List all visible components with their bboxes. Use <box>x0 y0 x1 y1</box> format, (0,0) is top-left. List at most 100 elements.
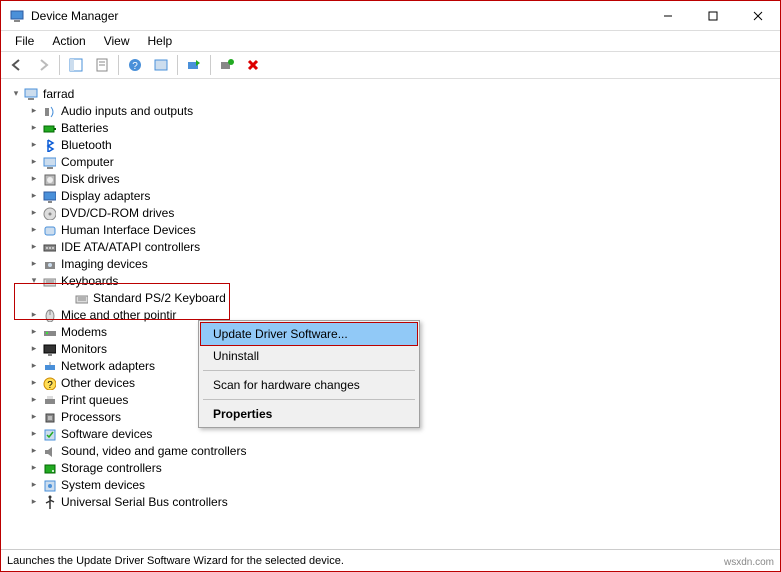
other-icon: ? <box>41 375 57 391</box>
chevron-right-icon[interactable]: ▸ <box>27 377 41 388</box>
properties-button[interactable] <box>90 53 114 77</box>
uninstall-button[interactable] <box>241 53 265 77</box>
tree-category[interactable]: ▸System devices <box>7 476 780 493</box>
tree-category[interactable]: ▸Audio inputs and outputs <box>7 102 780 119</box>
svg-text:?: ? <box>132 61 138 72</box>
tree-category-label: Modems <box>61 325 107 339</box>
maximize-button[interactable] <box>690 1 735 30</box>
printer-icon <box>41 392 57 408</box>
tree-root[interactable]: ▾ farrad <box>7 85 780 102</box>
tree-category-label: Disk drives <box>61 172 120 186</box>
cdrom-icon <box>41 205 57 221</box>
tree-category[interactable]: ▸ Bluetooth <box>7 136 780 153</box>
device-tree[interactable]: ▾ farrad ▸Audio inputs and outputs▸Batte… <box>1 79 780 549</box>
tree-category-label: Mice and other pointir <box>61 308 176 322</box>
chevron-right-icon[interactable]: ▸ <box>27 224 41 235</box>
ctx-uninstall[interactable]: Uninstall <box>201 345 417 367</box>
chevron-right-icon[interactable]: ▸ <box>27 479 41 490</box>
window-controls <box>645 1 780 30</box>
tree-category-label: Bluetooth <box>61 138 112 152</box>
update-driver-button[interactable] <box>182 53 206 77</box>
tree-category[interactable]: ▾ Keyboards <box>7 272 780 289</box>
chevron-right-icon[interactable]: ▸ <box>27 190 41 201</box>
chevron-right-icon[interactable]: ▸ <box>27 258 41 269</box>
minimize-button[interactable] <box>645 1 690 30</box>
chevron-right-icon[interactable]: ▸ <box>27 309 41 320</box>
scan-hardware-button[interactable] <box>215 53 239 77</box>
chevron-right-icon[interactable]: ▸ <box>27 122 41 133</box>
tree-category[interactable]: ▸ IDE ATA/ATAPI controllers <box>7 238 780 255</box>
chevron-right-icon[interactable]: ▸ <box>27 207 41 218</box>
help-button[interactable]: ? <box>123 53 147 77</box>
menu-file[interactable]: File <box>7 32 42 50</box>
chevron-right-icon[interactable]: ▸ <box>27 360 41 371</box>
chevron-right-icon[interactable]: ▸ <box>27 445 41 456</box>
svg-text:?: ? <box>47 380 53 390</box>
app-icon <box>9 8 25 24</box>
window-title: Device Manager <box>31 9 645 23</box>
tree-category[interactable]: ▸ Computer <box>7 153 780 170</box>
back-button[interactable] <box>5 53 29 77</box>
software-icon <box>41 426 57 442</box>
titlebar: Device Manager <box>1 1 780 31</box>
tree-category[interactable]: ▸Display adapters <box>7 187 780 204</box>
chevron-right-icon[interactable]: ▸ <box>27 411 41 422</box>
close-button[interactable] <box>735 1 780 30</box>
tree-root-label: farrad <box>43 87 74 101</box>
tree-category[interactable]: ▸Storage controllers <box>7 459 780 476</box>
chevron-down-icon[interactable]: ▾ <box>9 88 23 99</box>
tree-category[interactable]: ▸Universal Serial Bus controllers <box>7 493 780 510</box>
menu-help[interactable]: Help <box>140 32 181 50</box>
watermark: wsxdn.com <box>724 557 774 568</box>
ctx-scan[interactable]: Scan for hardware changes <box>201 374 417 396</box>
menu-action[interactable]: Action <box>44 32 93 50</box>
audio-icon <box>41 103 57 119</box>
statusbar: Launches the Update Driver Software Wiza… <box>1 549 780 571</box>
show-hide-tree-button[interactable] <box>64 53 88 77</box>
tree-device[interactable]: Standard PS/2 Keyboard <box>7 289 780 306</box>
tree-category[interactable]: ▸ Imaging devices <box>7 255 780 272</box>
toolbar-separator <box>59 55 60 75</box>
chevron-right-icon[interactable]: ▸ <box>27 326 41 337</box>
chevron-right-icon[interactable]: ▸ <box>27 496 41 507</box>
ctx-update-driver[interactable]: Update Driver Software... <box>201 323 417 345</box>
tree-category-label: Computer <box>61 155 114 169</box>
tree-category[interactable]: ▸Sound, video and game controllers <box>7 442 780 459</box>
show-hidden-button[interactable] <box>149 53 173 77</box>
monitor-icon <box>41 341 57 357</box>
tree-category-label: DVD/CD-ROM drives <box>61 206 174 220</box>
chevron-right-icon[interactable]: ▸ <box>27 173 41 184</box>
menu-view[interactable]: View <box>96 32 138 50</box>
chevron-right-icon[interactable]: ▸ <box>27 139 41 150</box>
tree-category-label: Imaging devices <box>61 257 148 271</box>
storage-icon <box>41 460 57 476</box>
chevron-down-icon[interactable]: ▾ <box>27 275 41 286</box>
chevron-right-icon[interactable]: ▸ <box>27 428 41 439</box>
tree-category[interactable]: ▸ Human Interface Devices <box>7 221 780 238</box>
tree-category[interactable]: ▸ DVD/CD-ROM drives <box>7 204 780 221</box>
keyboard-icon <box>73 290 89 306</box>
chevron-right-icon[interactable]: ▸ <box>27 394 41 405</box>
chevron-right-icon[interactable]: ▸ <box>27 241 41 252</box>
chevron-right-icon[interactable]: ▸ <box>27 343 41 354</box>
tree-category[interactable]: ▸ Disk drives <box>7 170 780 187</box>
forward-button[interactable] <box>31 53 55 77</box>
tree-category-label: IDE ATA/ATAPI controllers <box>61 240 200 254</box>
computer-icon <box>41 154 57 170</box>
tree-category-label: Keyboards <box>61 274 118 288</box>
tree-category-label: Human Interface Devices <box>61 223 196 237</box>
chevron-right-icon[interactable]: ▸ <box>27 462 41 473</box>
ctx-separator <box>203 399 415 400</box>
tree-category[interactable]: ▸Batteries <box>7 119 780 136</box>
imaging-icon <box>41 256 57 272</box>
tree-device-label: Standard PS/2 Keyboard <box>93 291 226 305</box>
system-icon <box>41 477 57 493</box>
modem-icon <box>41 324 57 340</box>
mouse-icon <box>41 307 57 323</box>
chevron-right-icon[interactable]: ▸ <box>27 156 41 167</box>
toolbar-separator <box>177 55 178 75</box>
menubar: File Action View Help <box>1 31 780 51</box>
ctx-properties[interactable]: Properties <box>201 403 417 425</box>
chevron-right-icon[interactable]: ▸ <box>27 105 41 116</box>
ctx-separator <box>203 370 415 371</box>
